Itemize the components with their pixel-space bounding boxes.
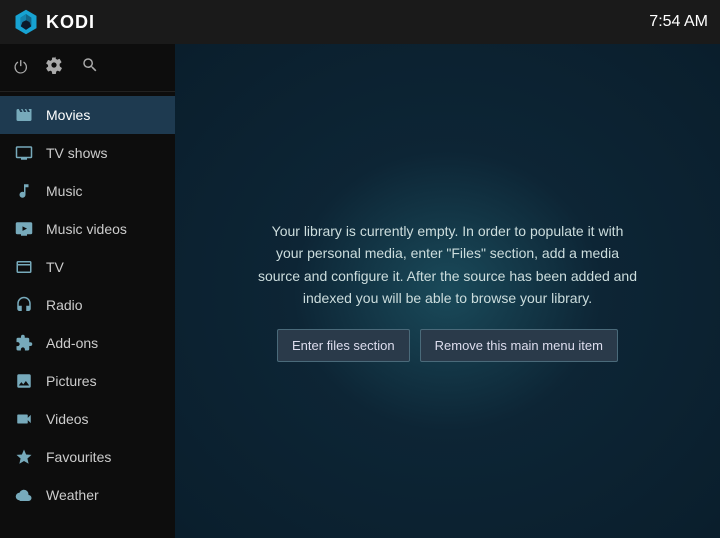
sidebar-item-videos-label: Videos xyxy=(46,411,89,427)
sidebar-item-tv-shows-label: TV shows xyxy=(46,145,107,161)
add-ons-icon xyxy=(14,333,34,353)
music-icon xyxy=(14,181,34,201)
music-videos-icon xyxy=(14,219,34,239)
header: KODI 7:54 AM xyxy=(0,0,720,44)
sidebar-item-add-ons-label: Add-ons xyxy=(46,335,98,351)
sidebar-item-weather-label: Weather xyxy=(46,487,99,503)
sidebar-controls: ⏻ xyxy=(0,44,175,92)
header-time: 7:54 AM xyxy=(649,13,708,31)
settings-icon[interactable] xyxy=(45,56,63,79)
kodi-logo: KODI xyxy=(12,8,95,36)
sidebar-item-add-ons[interactable]: Add-ons xyxy=(0,324,175,362)
tv-icon xyxy=(14,257,34,277)
sidebar-item-pictures[interactable]: Pictures xyxy=(0,362,175,400)
sidebar-item-music-label: Music xyxy=(46,183,83,199)
empty-library-panel: Your library is currently empty. In orde… xyxy=(238,200,658,383)
sidebar-item-tv[interactable]: TV xyxy=(0,248,175,286)
sidebar-nav: Movies TV shows Music M xyxy=(0,92,175,538)
main-layout: ⏻ Movies xyxy=(0,44,720,538)
main-content: Your library is currently empty. In orde… xyxy=(175,44,720,538)
empty-library-buttons: Enter files section Remove this main men… xyxy=(258,329,638,362)
sidebar-item-radio[interactable]: Radio xyxy=(0,286,175,324)
search-icon[interactable] xyxy=(81,56,99,79)
sidebar-item-movies-label: Movies xyxy=(46,107,90,123)
sidebar-item-videos[interactable]: Videos xyxy=(0,400,175,438)
pictures-icon xyxy=(14,371,34,391)
sidebar: ⏻ Movies xyxy=(0,44,175,538)
sidebar-item-music-videos[interactable]: Music videos xyxy=(0,210,175,248)
sidebar-item-movies[interactable]: Movies xyxy=(0,96,175,134)
enter-files-button[interactable]: Enter files section xyxy=(277,329,410,362)
sidebar-item-music-videos-label: Music videos xyxy=(46,221,127,237)
weather-icon xyxy=(14,485,34,505)
app-title: KODI xyxy=(46,12,95,33)
sidebar-item-tv-label: TV xyxy=(46,259,64,275)
sidebar-item-tv-shows[interactable]: TV shows xyxy=(0,134,175,172)
power-icon[interactable]: ⏻ xyxy=(14,58,27,78)
movies-icon xyxy=(14,105,34,125)
tv-shows-icon xyxy=(14,143,34,163)
sidebar-item-favourites-label: Favourites xyxy=(46,449,111,465)
videos-icon xyxy=(14,409,34,429)
remove-menu-item-button[interactable]: Remove this main menu item xyxy=(420,329,618,362)
empty-library-message: Your library is currently empty. In orde… xyxy=(258,220,638,310)
sidebar-item-radio-label: Radio xyxy=(46,297,83,313)
sidebar-item-favourites[interactable]: Favourites xyxy=(0,438,175,476)
favourites-icon xyxy=(14,447,34,467)
radio-icon xyxy=(14,295,34,315)
sidebar-item-pictures-label: Pictures xyxy=(46,373,97,389)
sidebar-item-weather[interactable]: Weather xyxy=(0,476,175,514)
sidebar-item-music[interactable]: Music xyxy=(0,172,175,210)
kodi-logo-icon xyxy=(12,8,40,36)
